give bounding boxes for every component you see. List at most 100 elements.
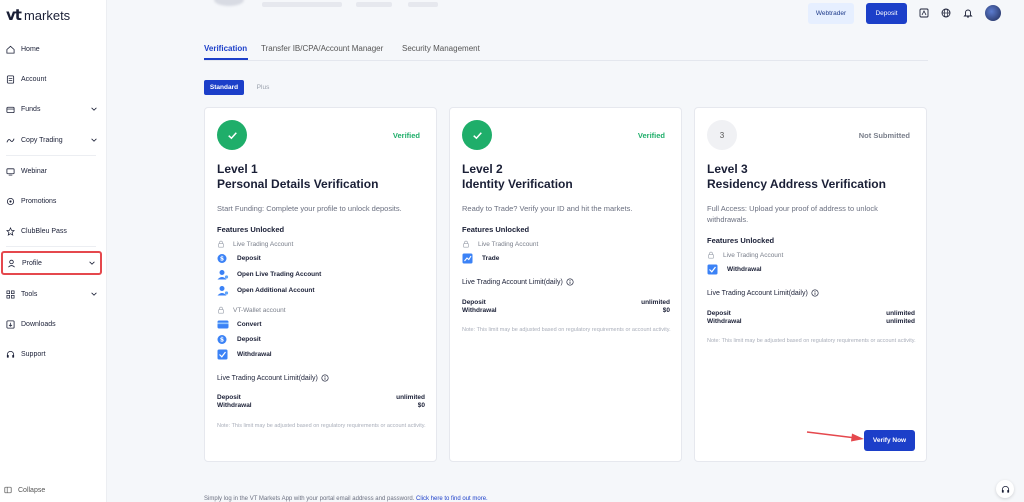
sidebar: vt markets Home Account Funds Copy Tradi… — [0, 0, 107, 502]
collapse-label: Collapse — [18, 486, 46, 494]
globe-icon[interactable] — [941, 8, 951, 18]
feature-item: Open Additional Account — [217, 285, 315, 296]
sidebar-item-label: Support — [21, 350, 46, 358]
sidebar-item-label: Funds — [21, 105, 41, 113]
features-title: Features Unlocked — [707, 236, 775, 245]
tab-security-management[interactable]: Security Management — [402, 44, 480, 53]
group-live-trading-account: Live Trading Account — [217, 240, 293, 248]
card-description: Ready to Trade? Verify your ID and hit t… — [462, 204, 633, 213]
features-title: Features Unlocked — [462, 225, 530, 234]
tab-verification[interactable]: Verification — [204, 44, 247, 53]
sidebar-item-tools[interactable]: Tools — [2, 282, 102, 306]
level-2-card: Verified Level 2 Identity Verification R… — [449, 107, 682, 462]
annotation-arrow-icon — [806, 431, 864, 442]
limit-note: Note: This limit may be adjusted based o… — [217, 423, 426, 429]
tools-icon — [6, 290, 15, 299]
segment-standard[interactable]: Standard — [204, 80, 244, 95]
sidebar-item-promotions[interactable]: Promotions — [2, 189, 102, 213]
headset-icon — [1001, 485, 1009, 493]
webtrader-button[interactable]: Webtrader — [808, 3, 854, 24]
support-chat-button[interactable] — [996, 480, 1014, 498]
profile-icon — [7, 259, 16, 268]
find-out-more-link[interactable]: Click here to find out more. — [416, 496, 488, 502]
deposit-coin-icon: $ — [217, 253, 229, 264]
account-icon — [6, 74, 15, 84]
sidebar-item-home[interactable]: Home — [2, 37, 102, 61]
promotions-icon — [6, 197, 15, 206]
card-description: Full Access: Upload your proof of addres… — [707, 204, 878, 224]
level-label: Level 3 — [707, 162, 748, 176]
bell-icon[interactable] — [963, 8, 973, 18]
sidebar-item-label: Downloads — [21, 320, 56, 328]
footer-note: Simply log in the VT Markets App with yo… — [204, 496, 488, 502]
lock-icon — [463, 240, 469, 248]
info-icon[interactable] — [566, 278, 574, 286]
chevron-down-icon — [91, 107, 97, 111]
group-name: VT-Wallet account — [233, 306, 286, 314]
trade-chart-icon — [462, 253, 474, 264]
card-title: Identity Verification — [462, 177, 573, 191]
verify-now-button[interactable]: Verify Now — [864, 430, 915, 451]
chevron-down-icon — [91, 292, 97, 296]
sidebar-item-label: Copy Trading — [21, 136, 63, 144]
feature-item: Withdrawal — [707, 264, 762, 275]
lock-icon — [708, 251, 714, 259]
sidebar-item-label: Promotions — [21, 197, 57, 205]
verified-check-icon — [462, 120, 492, 150]
group-vt-wallet-account: VT-Wallet account — [217, 306, 286, 314]
sidebar-item-copy-trading[interactable]: Copy Trading — [2, 128, 102, 152]
collapse-icon — [4, 486, 12, 494]
collapse-button[interactable]: Collapse — [4, 486, 45, 494]
sidebar-item-webinar[interactable]: Webinar — [2, 159, 102, 183]
sidebar-item-support[interactable]: Support — [2, 342, 102, 366]
chevron-down-icon — [89, 261, 95, 265]
sidebar-item-funds[interactable]: Funds — [2, 97, 102, 121]
user-add-icon — [217, 285, 229, 296]
sidebar-item-label: Tools — [21, 290, 38, 298]
limit-title: Live Trading Account Limit(daily) — [462, 278, 574, 286]
feature-item: $ Deposit — [217, 334, 261, 345]
limit-row-deposit: Deposit unlimited — [217, 394, 425, 401]
svg-text:$: $ — [220, 337, 224, 344]
blurred-id — [356, 2, 392, 7]
segment-plus[interactable]: Plus — [250, 80, 276, 95]
user-add-icon — [217, 269, 229, 280]
clubbleu-icon — [6, 226, 15, 236]
sidebar-item-label: Account — [21, 75, 47, 83]
downloads-icon — [6, 319, 15, 329]
user-avatar[interactable] — [985, 5, 1001, 21]
funds-icon — [6, 105, 15, 114]
vt-markets-logo[interactable]: vt markets — [6, 6, 71, 24]
card-description: Start Funding: Complete your profile to … — [217, 204, 402, 213]
sidebar-item-account[interactable]: Account — [2, 67, 102, 91]
status-badge: Verified — [392, 131, 420, 140]
sidebar-divider — [6, 155, 96, 156]
mt-icon[interactable] — [919, 8, 929, 18]
feature-item: $ Deposit — [217, 253, 261, 264]
features-title: Features Unlocked — [217, 225, 285, 234]
tab-transfer[interactable]: Transfer IB/CPA/Account Manager — [261, 44, 383, 53]
sidebar-item-downloads[interactable]: Downloads — [2, 312, 102, 336]
card-title: Residency Address Verification — [707, 177, 886, 191]
info-icon[interactable] — [321, 374, 329, 382]
sidebar-item-clubbleu-pass[interactable]: ClubBleu Pass — [2, 219, 102, 243]
group-name: Live Trading Account — [723, 251, 784, 259]
card-title: Personal Details Verification — [217, 177, 379, 191]
deposit-button[interactable]: Deposit — [866, 3, 907, 24]
limit-note: Note: This limit may be adjusted based o… — [707, 338, 916, 344]
group-name: Live Trading Account — [478, 240, 539, 248]
status-badge: Not Submitted — [858, 131, 910, 140]
svg-text:$: $ — [220, 256, 224, 263]
logo-text: markets — [23, 8, 71, 23]
info-icon[interactable] — [811, 289, 819, 297]
convert-card-icon — [217, 319, 229, 330]
sidebar-item-profile[interactable]: Profile — [1, 251, 102, 275]
webinar-icon — [6, 167, 15, 176]
level-label: Level 2 — [462, 162, 503, 176]
limit-title: Live Trading Account Limit(daily) — [217, 374, 329, 382]
group-live-trading-account: Live Trading Account — [462, 240, 538, 248]
limit-note: Note: This limit may be adjusted based o… — [462, 327, 671, 333]
blurred-name — [262, 2, 342, 7]
group-name: Live Trading Account — [233, 240, 294, 248]
limit-row-withdrawal: Withdrawal $0 — [217, 402, 425, 409]
